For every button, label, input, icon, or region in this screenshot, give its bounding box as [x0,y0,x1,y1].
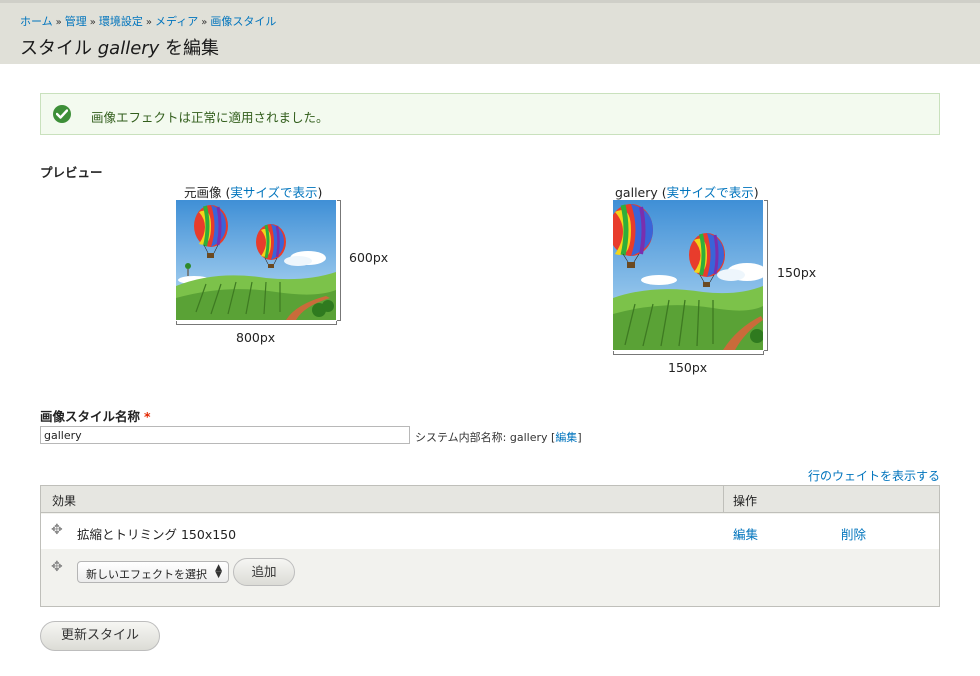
breadcrumb-image-styles[interactable]: 画像スタイル [210,15,276,28]
machine-name-text: システム内部名称: gallery [415,431,548,444]
derivative-height-label: 150px [777,265,817,280]
drag-handle-icon[interactable]: ✥ [51,522,63,538]
header-effect: 効果 [52,494,77,508]
breadcrumb-separator: » [145,17,153,28]
original-height-bracket [337,200,341,321]
machine-name-edit-link[interactable]: 編集 [555,431,577,444]
status-message-text: 画像エフェクトは正常に適用されました。 [91,110,329,125]
original-height-label: 600px [349,250,389,265]
update-style-button[interactable]: 更新スタイル [40,621,160,651]
breadcrumb: ホーム» 管理» 環境設定» メディア» 画像スタイル [20,13,276,29]
new-effect-select[interactable]: 新しいエフェクトを選択 ▲ ▼ [77,561,229,583]
header-operations: 操作 [733,494,758,508]
original-caption: 元画像 (実サイズで表示) [184,185,323,200]
table-header-row: 効果 操作 [41,486,939,513]
breadcrumb-home[interactable]: ホーム [20,15,53,28]
effect-edit-link[interactable]: 編集 [733,524,758,543]
add-effect-button[interactable]: 追加 [233,558,295,586]
breadcrumb-config[interactable]: 環境設定 [99,15,143,28]
effects-table: 効果 操作 ✥ 拡縮とトリミング 150x150 編集 削除 ✥ 新しいエフェク… [40,485,940,607]
derivative-view-actual-size-link[interactable]: 実サイズで表示 [667,185,754,200]
style-name-label-text: 画像スタイル名称 [40,409,141,424]
checkmark-icon [53,105,71,123]
page-title: スタイル gallery を編集 [20,34,219,60]
select-arrows-icon: ▲ ▼ [215,563,222,580]
effect-delete-link[interactable]: 削除 [841,524,866,543]
effect-name: 拡縮とトリミング 150x150 [77,527,237,542]
status-message: 画像エフェクトは正常に適用されました。 [40,93,940,135]
drag-handle-icon[interactable]: ✥ [51,559,63,575]
style-name-input[interactable] [40,426,410,444]
breadcrumb-admin[interactable]: 管理 [65,15,87,28]
derivative-caption: gallery (実サイズで表示) [615,185,759,200]
breadcrumb-separator: » [55,17,62,28]
required-marker: * [144,409,151,424]
machine-name: システム内部名称: gallery [編集] [415,431,582,444]
derivative-height-bracket [764,200,768,351]
original-view-actual-size-link[interactable]: 実サイズで表示 [230,185,317,200]
new-effect-row: ✥ 新しいエフェクトを選択 ▲ ▼ 追加 [41,549,939,606]
derivative-width-label: 150px [668,360,708,375]
original-width-bracket [176,321,337,325]
derivative-caption-text: gallery [615,185,658,200]
page-header: ホーム» 管理» 環境設定» メディア» 画像スタイル スタイル gallery を編集 [0,0,980,64]
derivative-preview-image[interactable] [613,200,763,350]
table-row: ✥ 拡縮とトリミング 150x150 編集 削除 [41,514,939,549]
page-title-suffix: を編集 [159,38,220,59]
style-name-label: 画像スタイル名称 * [40,406,151,425]
original-width-label: 800px [236,330,276,345]
new-effect-select-value: 新しいエフェクトを選択 [86,568,207,581]
breadcrumb-media[interactable]: メディア [155,15,198,28]
page-title-style-name: gallery [97,38,160,59]
header-divider [723,486,724,513]
page-title-prefix: スタイル [20,38,98,59]
breadcrumb-separator: » [89,17,96,28]
original-preview-image[interactable] [176,200,336,320]
derivative-width-bracket [613,351,764,355]
breadcrumb-separator: » [201,17,208,28]
preview-label: プレビュー [40,165,103,180]
show-row-weights-link[interactable]: 行のウェイトを表示する [808,467,940,484]
original-caption-text: 元画像 [184,185,222,200]
